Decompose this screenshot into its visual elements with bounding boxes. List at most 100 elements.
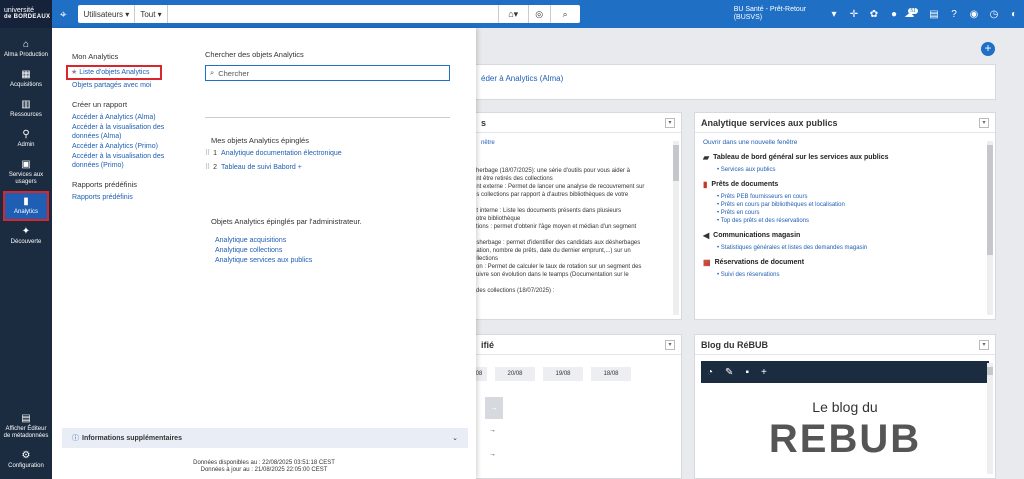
add-widget-button[interactable]: + xyxy=(981,42,995,56)
date-tab[interactable]: 19/08 xyxy=(543,367,583,381)
analytics-widget-collections: s ▾ nêtre sherbage (18/07/2025): une séri… xyxy=(440,112,682,320)
widget-text-line xyxy=(473,199,681,207)
admin-pinned-link[interactable]: Analytique acquisitions xyxy=(215,236,453,245)
tasks-icon[interactable]: ☁51 xyxy=(904,7,924,20)
services-report-link[interactable]: • Prêts PEB fournisseurs en cours xyxy=(717,193,987,201)
open-new-window-link[interactable]: Ouvrir dans une nouvelle fenêtre xyxy=(703,139,987,147)
blog-subtitle: Le blog du xyxy=(812,399,878,415)
widget-menu-chevron-icon[interactable]: ▾ xyxy=(665,117,675,128)
access-analytics-alma-link[interactable]: Accéder à Analytics (Alma) xyxy=(72,113,192,122)
services-report-link[interactable]: • Services aux publics xyxy=(717,166,987,174)
create-report-heading: Créer un rapport xyxy=(72,100,128,109)
arrow-right-icon[interactable]: → xyxy=(489,451,496,458)
plus-icon[interactable]: + xyxy=(761,367,767,378)
services-report-link[interactable]: • Top des prêts et des réservations xyxy=(717,217,987,225)
analytics-widget-date: ifié ▾ 08 20/08 19/08 18/08 → → → xyxy=(440,334,682,479)
access-analytics-primo-link[interactable]: Accéder à Analytics (Primo) xyxy=(72,142,192,151)
institution-selector[interactable]: BU Santé - Prêt-Retour (BUSVS) xyxy=(734,6,818,22)
sidebar-item-analytics[interactable]: ▮ Analytics xyxy=(3,191,49,221)
sidebar-item-configuration[interactable]: ⚙ Configuration xyxy=(0,445,52,475)
analytics-object-list-link[interactable]: ★ Liste d'objets Analytics xyxy=(66,65,162,80)
sidebar-item-metadata-editor[interactable]: ▤ Afficher Éditeur de métadonnées xyxy=(0,408,52,445)
home-search-icon[interactable]: ⌂▾ xyxy=(497,5,528,23)
chat-icon[interactable]: ◉ xyxy=(964,9,984,20)
search-filter-select[interactable]: Tout ▾ xyxy=(135,5,168,23)
widget-text-block: sherbage (18/07/2025): une série d'outil… xyxy=(473,167,681,295)
sidebar-item-acquisitions[interactable]: ▦ Acquisitions xyxy=(0,64,52,94)
chart-icon: ▮ xyxy=(23,196,29,207)
sidebar-item-decouverte[interactable]: ✦ Découverte xyxy=(0,221,52,251)
leaf-icon[interactable]: ✿ xyxy=(864,9,884,20)
dashboard-icon: ▰ xyxy=(703,153,710,162)
dataviz-primo-link[interactable]: Accéder à la visualisation des données (… xyxy=(72,152,192,170)
services-report-link[interactable]: • Statistiques générales et listes des d… xyxy=(717,244,987,252)
dataviz-alma-link[interactable]: Accéder à la visualisation des données (… xyxy=(72,123,192,141)
data-timestamps: Données disponibles au : 22/08/2025 03:5… xyxy=(193,460,335,473)
shared-objects-link[interactable]: Objets partagés avec moi xyxy=(72,81,192,90)
search-icon[interactable]: ⌕ xyxy=(549,5,580,23)
sidebar-item-services-usagers[interactable]: ▣ Services aux usagers xyxy=(0,154,52,191)
date-tab[interactable]: 18/08 xyxy=(591,367,631,381)
widget-text-line: ant être retirés des collections xyxy=(473,176,553,182)
predefined-reports-link[interactable]: Rapports prédéfinis xyxy=(72,193,192,202)
comment-icon[interactable]: ▪ xyxy=(745,367,749,378)
calendar-icon: ▦ xyxy=(703,258,711,267)
pinned-item[interactable]: ⠿ 1 Analytique documentation électroniqu… xyxy=(205,149,453,158)
blog-menu-chevron-icon[interactable]: ▾ xyxy=(979,339,989,350)
widget-text-line: i des collections (18/07/2025) : xyxy=(473,288,555,294)
analytics-search-input[interactable]: ⌕ Chercher xyxy=(205,65,450,81)
date-tab[interactable]: 20/08 xyxy=(495,367,535,381)
megaphone-icon: ◀ xyxy=(703,231,710,240)
dashboard-icon[interactable]: ◔ xyxy=(707,367,713,378)
arrow-right-icon[interactable]: → xyxy=(485,397,503,419)
pin-home-icon[interactable]: ⌖ xyxy=(52,7,74,22)
pinned-item[interactable]: ⠿ 2 Tableau de suivi Babord + xyxy=(205,163,453,172)
date-tabs: 08 20/08 19/08 18/08 xyxy=(471,367,681,381)
home-icon: ⌂ xyxy=(22,39,30,50)
widget-text-line xyxy=(473,231,681,239)
services-report-link[interactable]: • Prêts en cours par bibliothèques et lo… xyxy=(717,201,987,209)
profile-icon[interactable]: ◐ xyxy=(1004,9,1024,20)
info-icon: ⓘ xyxy=(72,435,79,442)
metadata-icon: ▤ xyxy=(21,413,31,424)
notification-badge: 51 xyxy=(908,7,918,14)
search-scope-select[interactable]: Utilisateurs ▾ xyxy=(78,5,136,23)
add-widget-icon[interactable]: ✛ xyxy=(844,9,864,20)
admin-pinned-link[interactable]: Analytique services aux publics xyxy=(215,256,453,265)
services-report-link[interactable]: • Suivi des réservations xyxy=(717,271,987,279)
history-icon[interactable]: ◷ xyxy=(984,9,1004,20)
search-input[interactable] xyxy=(167,5,498,23)
services-report-link[interactable]: • Prêts en cours xyxy=(717,209,987,217)
widget-text-line: votre bibliothèque xyxy=(473,216,521,222)
logo-line2: de BORDEAUX xyxy=(4,14,51,20)
chevron-down-icon[interactable]: ▾ xyxy=(824,9,844,20)
services-publics-widget: Analytique services aux publics ▾ Ouvrir … xyxy=(694,112,996,320)
widget-open-link[interactable]: nêtre xyxy=(481,139,681,147)
services-section-title: ▦ Réservations de document xyxy=(703,258,805,267)
arrow-right-icon[interactable]: → xyxy=(489,427,496,434)
sidebar-item-alma-production[interactable]: ⌂ Alma Production xyxy=(0,34,52,64)
additional-info-accordion[interactable]: ⓘ Informations supplémentaires ⌄ xyxy=(62,428,468,448)
widget-text-line: ollections xyxy=(473,256,499,262)
university-logo[interactable]: université de BORDEAUX xyxy=(0,0,52,28)
brush-icon[interactable]: ✎ xyxy=(725,367,733,378)
access-analytics-link[interactable]: éder à Analytics (Alma) xyxy=(481,74,563,83)
left-sidebar: université de BORDEAUX ⌂ Alma Production… xyxy=(0,0,52,479)
services-menu-chevron-icon[interactable]: ▾ xyxy=(979,117,989,128)
user-icon[interactable]: ● xyxy=(884,9,904,20)
admin-pinned-link[interactable]: Analytique collections xyxy=(215,246,453,255)
services-section-title: ▮ Prêts de documents xyxy=(703,180,779,189)
blog-widget: Blog du RéBUB ▾ ◔ ✎ ▪ + Le blog du REBUB xyxy=(694,334,996,479)
drag-handle-icon[interactable]: ⠿ xyxy=(205,149,210,157)
advanced-search-icon[interactable]: ◎ xyxy=(527,5,550,23)
help-icon[interactable]: ? xyxy=(944,9,964,20)
widget2-menu-chevron-icon[interactable]: ▾ xyxy=(665,339,675,350)
sidebar-item-admin[interactable]: ⚲ Admin xyxy=(0,124,52,154)
drag-handle-icon[interactable]: ⠿ xyxy=(205,163,210,171)
discovery-icon: ✦ xyxy=(21,226,31,237)
top-bar: ⌖ Utilisateurs ▾ Tout ▾ ⌂▾ ◎ ⌕ BU Santé … xyxy=(52,0,1024,28)
clipboard-icon[interactable]: ▤ xyxy=(924,9,944,20)
sidebar-item-ressources[interactable]: ▥ Ressources xyxy=(0,94,52,124)
widget-text-line: ent externe : Permet de lancer une analy… xyxy=(473,184,645,190)
chevron-down-icon: ⌄ xyxy=(452,435,458,442)
